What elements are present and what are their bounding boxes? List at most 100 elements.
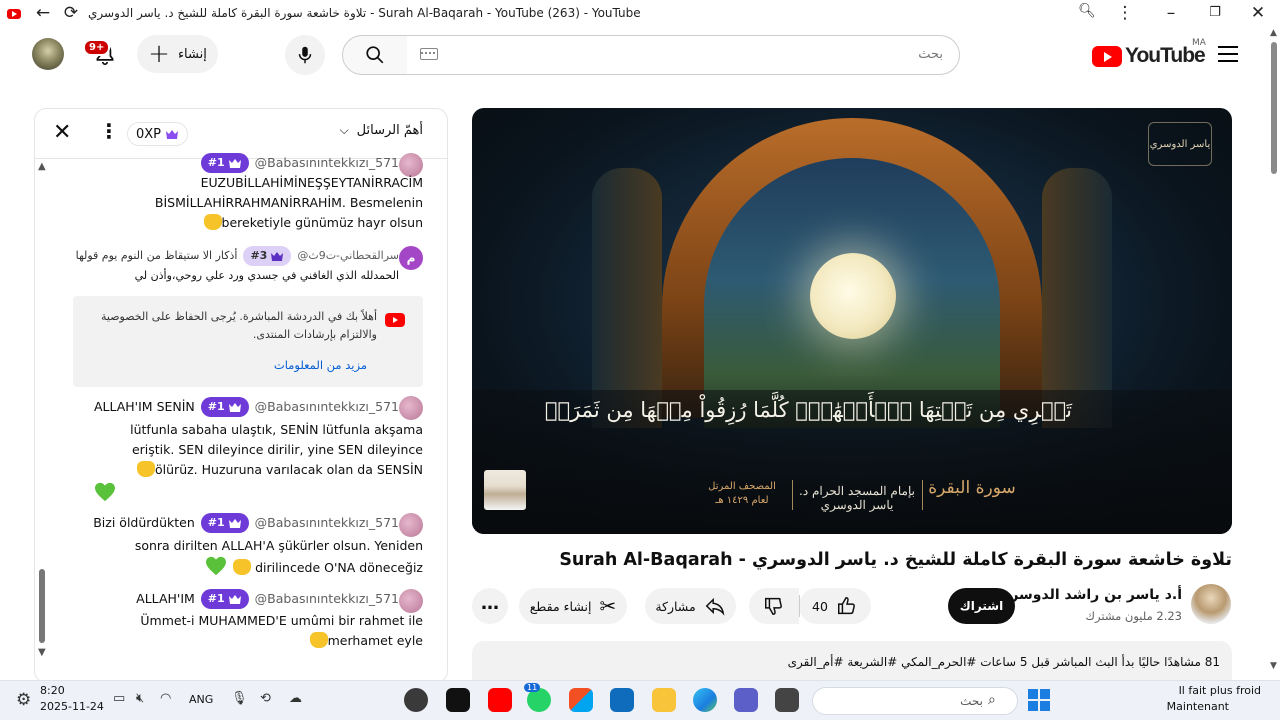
create-clip-button[interactable]: إنشاء مقطع ✂: [519, 588, 627, 624]
clock-date[interactable]: 2025-11-24: [40, 700, 104, 713]
rank-badge: #1: [200, 513, 249, 533]
surah-name: سورة البقرة: [928, 478, 1016, 498]
weather-subtext[interactable]: Maintenant: [1167, 700, 1229, 713]
chat-message: Bizi öldürdükten #1 @Babasınıntekkızı_57…: [93, 513, 423, 578]
chat-message-text: الحمدلله الذي الغافني في جسدي ورد علي رو…: [134, 269, 399, 282]
clip-label: إنشاء مقطع: [529, 598, 592, 614]
file-explorer-icon[interactable]: [652, 688, 676, 712]
edge-icon[interactable]: [693, 688, 717, 712]
cloud-icon[interactable]: ☁: [289, 691, 302, 706]
app-icon[interactable]: [775, 688, 799, 712]
quran-verse-text: تَجۡرِي مِن تَحۡتِهَا ٱلۡأَنۡهَٰرُۖ كُلَ…: [544, 398, 1072, 422]
reload-icon[interactable]: ⟳: [60, 3, 82, 23]
like-button[interactable]: 40: [799, 588, 871, 624]
close-chat-icon[interactable]: ✕: [53, 122, 71, 144]
live-chat-panel: ✕ ⋮ 0XP ⌵ أهمّ الرسائل ▲ ▼ #1 @Babasının…: [34, 108, 448, 683]
xp-pill[interactable]: 0XP: [127, 122, 189, 146]
browser-menu-icon[interactable]: ⋮: [1114, 3, 1136, 23]
page-scrollbar[interactable]: ▲ ▼: [1268, 28, 1280, 680]
rank-badge: #1: [200, 397, 249, 417]
youtube-favicon-icon: [7, 9, 21, 19]
youtube-app-icon[interactable]: [488, 688, 512, 712]
chat-mode-dropdown[interactable]: ⌵ أهمّ الرسائل: [340, 123, 423, 138]
create-button[interactable]: + إنشاء: [137, 35, 218, 73]
teams-icon[interactable]: [734, 688, 758, 712]
chat-message: أذكار الا ستيقاظ من النوم يوم قولها #3 @…: [76, 246, 423, 286]
subscribe-button[interactable]: اشتراك: [948, 588, 1015, 624]
close-window-icon[interactable]: ✕: [1247, 3, 1269, 23]
guide-menu-button[interactable]: [1218, 46, 1238, 62]
description-stats: 81 مشاهدًا حاليًا بدأ البث المباشر قبل 5…: [787, 655, 1220, 669]
chat-message-text: EUZUBİLLAHİMİNEŞŞEYTANİRRACİM: [200, 175, 423, 190]
chat-scroll-down-icon[interactable]: ▼: [38, 647, 46, 658]
chat-message-text: ALLAH'IM: [136, 591, 195, 606]
restore-icon[interactable]: ❐: [1204, 5, 1226, 20]
search-button[interactable]: [342, 35, 408, 75]
voice-search-button[interactable]: [285, 35, 325, 75]
divider: [922, 480, 923, 510]
chat-author-name[interactable]: @Babasınıntekkızı_571: [255, 589, 399, 609]
volume-muted-icon[interactable]: 🔇︎: [136, 691, 144, 706]
like-divider: [799, 595, 800, 617]
thumbs-up-icon: [837, 597, 855, 615]
weather-text[interactable]: Il fait plus froid: [1179, 684, 1261, 697]
chat-author-name[interactable]: @Babasınıntekkızı_571: [255, 397, 399, 417]
search-input[interactable]: بحث: [407, 35, 960, 75]
outlook-icon[interactable]: [610, 688, 634, 712]
chat-author-name[interactable]: @Babasınıntekkızı_571: [255, 513, 399, 533]
keyboard-icon[interactable]: [420, 48, 438, 60]
scroll-up-icon[interactable]: ▲: [1270, 28, 1277, 38]
channel-name[interactable]: أ.د ياسر بن راشد الدوسري: [997, 587, 1182, 603]
chat-author-name[interactable]: @سرالقحطاني-ت9ث: [297, 246, 399, 266]
channel-watermark-logo: ياسر الدوسري: [1148, 122, 1212, 166]
page-scrollbar-thumb[interactable]: [1271, 42, 1277, 174]
settings-gear-icon[interactable]: ⚙: [16, 690, 31, 710]
battery-icon[interactable]: ▭: [113, 691, 125, 706]
dislike-button[interactable]: [749, 588, 799, 624]
microphone-tray-icon[interactable]: 🎙︎: [231, 691, 248, 706]
notification-count-badge: 9+: [83, 39, 111, 56]
green-heart-emoji-icon: [206, 556, 227, 576]
share-button[interactable]: مشاركة: [645, 588, 736, 624]
scroll-down-icon[interactable]: ▼: [1270, 661, 1277, 671]
chat-message: ALLAH'IM SENİN #1 @Babasınıntekkızı_571 …: [94, 397, 423, 504]
youtube-play-logo-icon: [1092, 45, 1122, 67]
subscriber-count: 2.23 مليون مشترك: [1085, 609, 1182, 623]
chat-message-text: أذكار الا ستيقاظ من النوم يوم قولها: [75, 249, 238, 262]
share-arrow-icon: [705, 597, 725, 616]
windows-start-icon[interactable]: [1028, 689, 1050, 711]
chat-scroll-up-icon[interactable]: ▲: [38, 161, 46, 172]
chat-mode-label: أهمّ الرسائل: [356, 123, 423, 138]
crown-icon: [228, 594, 242, 604]
chat-more-options-icon[interactable]: ⋮: [99, 121, 119, 141]
chat-message-text: bereketiyle günümüz hayr olsun: [221, 215, 423, 230]
back-arrow-icon[interactable]: ←: [32, 3, 54, 23]
video-player[interactable]: تَجۡرِي مِن تَحۡتِهَا ٱلۡأَنۡهَٰرُۖ كُلَ…: [472, 108, 1232, 534]
zoom-icon[interactable]: 🔍︎: [1076, 3, 1098, 19]
wifi-icon[interactable]: ◠: [160, 691, 171, 706]
youtube-icon: [385, 313, 405, 327]
store-icon[interactable]: [569, 688, 593, 712]
chat-message-text: Ümmet-i MUHAMMED'E umûmi bir rahmet ile: [140, 613, 423, 628]
app-icon[interactable]: [404, 688, 428, 712]
chat-author-name[interactable]: @Babasınıntekkızı_571: [255, 153, 399, 173]
chat-scrollbar-thumb[interactable]: [39, 569, 45, 643]
description-box[interactable]: 81 مشاهدًا حاليًا بدأ البث المباشر قبل 5…: [472, 641, 1232, 681]
tiktok-icon[interactable]: [446, 688, 470, 712]
learn-more-link[interactable]: مزيد من المعلومات: [274, 358, 367, 372]
divider: [792, 480, 793, 510]
input-language[interactable]: ANG: [189, 693, 213, 706]
channel-avatar[interactable]: [1191, 584, 1231, 624]
clock-time[interactable]: 8:20: [40, 684, 65, 697]
minimize-icon[interactable]: –: [1160, 3, 1182, 23]
video-moon: [810, 253, 896, 339]
whatsapp-badge: 11: [524, 683, 541, 692]
more-actions-button[interactable]: …: [472, 588, 508, 624]
chat-message-text: Bizi öldürdükten: [93, 515, 195, 530]
like-count: 40: [812, 598, 828, 614]
youtube-logo[interactable]: YouTube: [1092, 44, 1206, 68]
crown-icon: [270, 251, 284, 261]
sync-icon[interactable]: ⟲: [260, 691, 271, 706]
account-avatar[interactable]: [32, 38, 64, 70]
praying-hands-emoji-icon: [203, 214, 222, 230]
